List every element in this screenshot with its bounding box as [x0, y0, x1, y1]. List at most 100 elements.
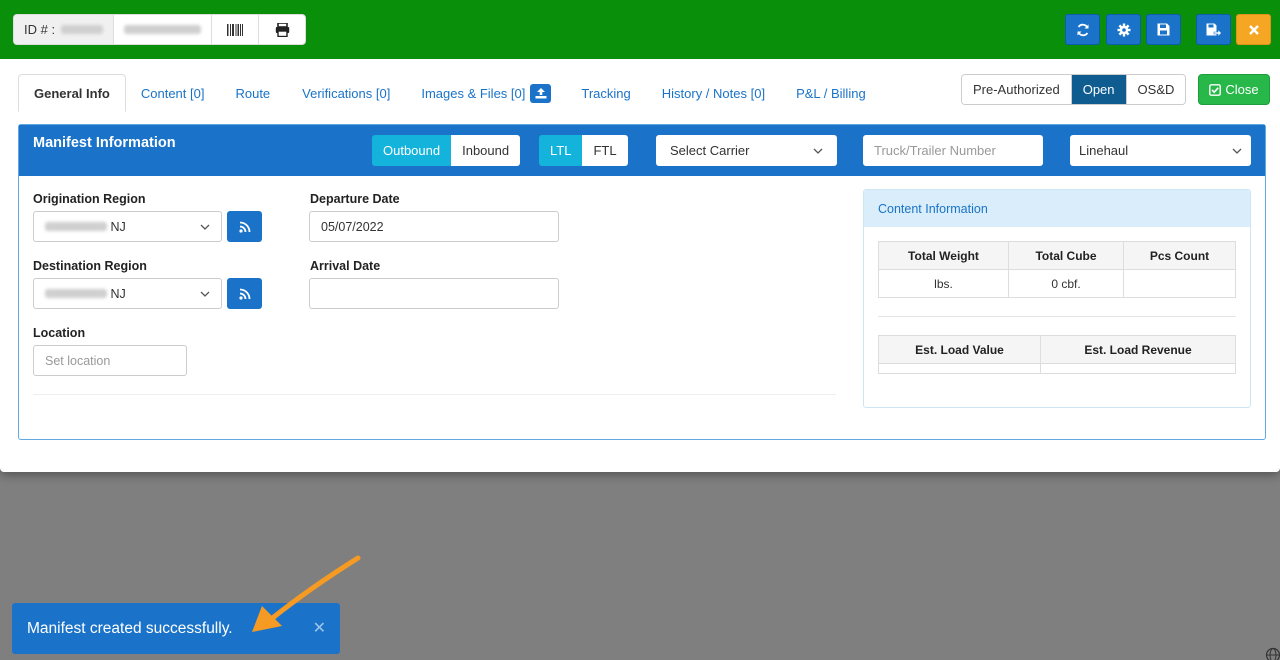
- content-divider: [878, 316, 1236, 317]
- tab-label: Tracking: [581, 85, 631, 101]
- save-as-icon: [1206, 23, 1222, 37]
- rss-icon: [238, 288, 250, 300]
- est-load-value-header: Est. Load Value: [878, 335, 1041, 364]
- save-icon: [1157, 23, 1170, 36]
- tab-label: Content [0]: [140, 85, 205, 101]
- close-icon: [1248, 24, 1259, 35]
- close-manifest-button[interactable]: Close: [1198, 74, 1270, 105]
- table-header-row: Total Weight Total Cube Pcs Count: [878, 241, 1236, 270]
- save-as-button[interactable]: [1196, 14, 1231, 45]
- total-weight-header: Total Weight: [878, 241, 1009, 270]
- status-open[interactable]: Open: [1071, 75, 1127, 104]
- total-cube-header: Total Cube: [1008, 241, 1124, 270]
- truck-trailer-placeholder: Truck/Trailer Number: [874, 143, 996, 158]
- table-row: lbs. 0 cbf.: [878, 269, 1236, 298]
- tab-label: Route: [235, 85, 271, 101]
- region-redacted: [45, 221, 107, 231]
- carrier-select[interactable]: Select Carrier: [656, 135, 837, 166]
- outbound-option[interactable]: Outbound: [372, 135, 452, 166]
- location-input[interactable]: Set location: [33, 345, 187, 376]
- linehaul-select[interactable]: Linehaul: [1070, 135, 1251, 166]
- tab-label: History / Notes [0]: [661, 85, 766, 101]
- total-cube-value: 0 cbf.: [1008, 269, 1124, 298]
- checkbox-icon: [1209, 83, 1222, 96]
- globe-icon: [1265, 647, 1280, 660]
- inbound-option[interactable]: Inbound: [451, 135, 521, 166]
- barcode-button[interactable]: [212, 15, 260, 44]
- content-totals-table: Total Weight Total Cube Pcs Count lbs. 0…: [878, 241, 1236, 298]
- destination-value-wrap: NJ: [45, 287, 126, 301]
- tab-general-info[interactable]: General Info: [18, 74, 126, 112]
- save-button[interactable]: [1146, 14, 1181, 45]
- tab-label: P&L / Billing: [796, 85, 866, 101]
- arrival-label: Arrival Date: [310, 259, 381, 273]
- manifest-panel-header: Manifest Information Outbound Inbound LT…: [19, 125, 1265, 176]
- load-value-table: Est. Load Value Est. Load Revenue: [878, 335, 1236, 374]
- name-redacted: [124, 25, 202, 34]
- rss-icon: [238, 221, 250, 233]
- panel-title: Manifest Information: [33, 135, 176, 151]
- tab-label: General Info: [34, 85, 110, 101]
- ftl-option[interactable]: FTL: [582, 135, 628, 166]
- id-value-redacted: [61, 25, 104, 34]
- table-header-row: Est. Load Value Est. Load Revenue: [878, 335, 1236, 364]
- print-button[interactable]: [259, 15, 305, 44]
- tab-tracking[interactable]: Tracking: [566, 74, 645, 112]
- close-label: Close: [1225, 82, 1259, 97]
- origination-feed-button[interactable]: [227, 211, 262, 242]
- form-divider: [33, 394, 836, 395]
- tab-bar: General Info Content [0] Route Verificat…: [18, 74, 881, 112]
- tab-label: Images & Files [0]: [421, 85, 526, 101]
- carrier-select-value: Select Carrier: [670, 143, 750, 158]
- linehaul-select-value: Linehaul: [1079, 143, 1129, 158]
- settings-button[interactable]: [1106, 14, 1141, 45]
- origination-select[interactable]: NJ: [33, 211, 222, 242]
- chevron-down-icon: [200, 291, 210, 297]
- refresh-icon: [1077, 23, 1088, 36]
- chevron-down-icon: [200, 224, 210, 230]
- status-toggle: Pre-Authorized Open OS&D: [961, 74, 1187, 105]
- truck-trailer-input[interactable]: Truck/Trailer Number: [863, 135, 1043, 166]
- tab-pl-billing[interactable]: P&L / Billing: [781, 74, 881, 112]
- id-label: ID # :: [24, 22, 56, 37]
- id-label-cell: ID # :: [14, 15, 115, 44]
- est-load-revenue-header: Est. Load Revenue: [1040, 335, 1236, 364]
- location-label: Location: [33, 326, 86, 340]
- region-redacted: [45, 288, 107, 298]
- status-osd[interactable]: OS&D: [1126, 75, 1186, 104]
- destination-select[interactable]: NJ: [33, 278, 222, 309]
- est-load-value-cell: [878, 363, 1041, 374]
- upload-icon: [535, 87, 547, 98]
- tab-history-notes[interactable]: History / Notes [0]: [646, 74, 781, 112]
- tab-verifications[interactable]: Verifications [0]: [286, 74, 406, 112]
- departure-date-input[interactable]: 05/07/2022: [309, 211, 559, 242]
- destination-feed-button[interactable]: [227, 278, 262, 309]
- status-pre-authorized[interactable]: Pre-Authorized: [962, 75, 1072, 104]
- destination-value: NJ: [110, 286, 126, 301]
- pcs-count-value: [1123, 269, 1236, 298]
- tab-content[interactable]: Content [0]: [126, 74, 220, 112]
- refresh-button[interactable]: [1065, 14, 1100, 45]
- ltl-option[interactable]: LTL: [539, 135, 583, 166]
- tab-images-files[interactable]: Images & Files [0]: [406, 74, 566, 112]
- close-modal-button[interactable]: [1236, 14, 1271, 45]
- origination-value-wrap: NJ: [45, 220, 126, 234]
- est-load-revenue-cell: [1040, 363, 1236, 374]
- departure-value: 05/07/2022: [321, 219, 384, 234]
- arrival-date-input[interactable]: [309, 278, 559, 309]
- chevron-down-icon: [1232, 148, 1242, 154]
- direction-toggle: Outbound Inbound: [372, 135, 521, 166]
- table-row: [878, 363, 1236, 374]
- content-information-card: Content Information Total Weight Total C…: [863, 189, 1251, 408]
- id-name-cell: [114, 15, 213, 44]
- total-weight-value: lbs.: [878, 269, 1009, 298]
- manifest-panel: Manifest Information Outbound Inbound LT…: [18, 124, 1266, 440]
- content-info-title: Content Information: [864, 190, 1250, 227]
- annotation-arrow-icon: [252, 555, 361, 632]
- departure-label: Departure Date: [310, 192, 400, 206]
- id-toolbar: ID # :: [13, 14, 307, 45]
- upload-button[interactable]: [530, 83, 552, 103]
- origination-value: NJ: [110, 219, 126, 234]
- mode-toggle: LTL FTL: [539, 135, 628, 166]
- tab-route[interactable]: Route: [219, 74, 286, 112]
